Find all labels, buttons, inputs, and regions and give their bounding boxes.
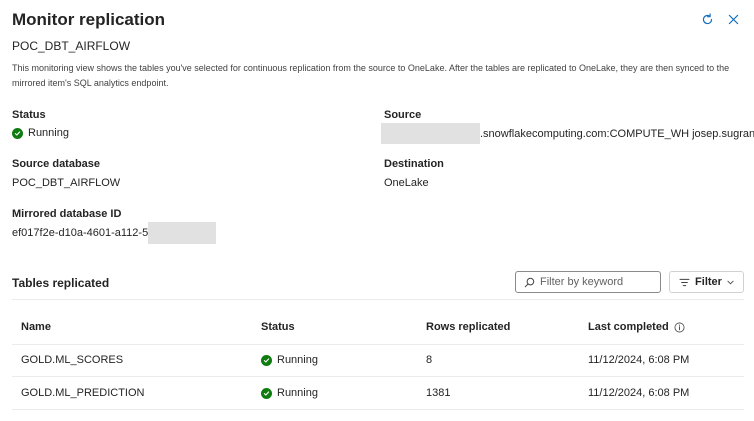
close-icon[interactable] xyxy=(726,12,740,26)
filter-lines-icon xyxy=(679,278,690,286)
table-row-last-completed: 11/12/2024, 6:08 PM xyxy=(588,387,690,399)
info-icon[interactable] xyxy=(674,322,685,333)
header-actions xyxy=(700,12,740,26)
column-header-rows[interactable]: Rows replicated xyxy=(426,321,510,333)
table-row-name: GOLD.ML_SCORES xyxy=(21,354,124,366)
source-database-value: POC_DBT_AIRFLOW xyxy=(12,177,121,189)
filter-keyword-input[interactable]: Filter by keyword xyxy=(515,271,661,293)
column-header-name[interactable]: Name xyxy=(21,321,51,333)
destination-value: OneLake xyxy=(384,177,429,189)
item-name: POC_DBT_AIRFLOW xyxy=(12,39,131,53)
refresh-icon[interactable] xyxy=(700,12,714,26)
check-circle-icon xyxy=(12,127,23,139)
mirrored-id-label: Mirrored database ID xyxy=(12,208,122,220)
check-circle-icon xyxy=(261,354,272,366)
status-text: Running xyxy=(28,127,69,139)
check-circle-icon xyxy=(261,387,272,399)
filter-placeholder: Filter by keyword xyxy=(540,276,624,288)
status-value: Running xyxy=(12,127,69,139)
source-text: .snowflakecomputing.com:COMPUTE_WH josep… xyxy=(480,127,754,140)
table-header-divider xyxy=(12,344,744,345)
source-label: Source xyxy=(384,109,422,121)
tables-section-title: Tables replicated xyxy=(12,276,110,290)
redacted-block xyxy=(148,222,217,244)
table-row-status: Running xyxy=(261,354,318,366)
description: This monitoring view shows the tables yo… xyxy=(12,63,730,88)
filter-button[interactable]: Filter xyxy=(669,271,744,293)
column-header-status[interactable]: Status xyxy=(261,321,295,333)
table-row-name: GOLD.ML_PREDICTION xyxy=(21,387,145,399)
mirrored-id-text: ef017f2e-d10a-4601-a112-5 xyxy=(12,227,149,239)
chevron-down-icon xyxy=(727,280,734,284)
redacted-block xyxy=(381,123,480,144)
source-value: .snowflakecomputing.com:COMPUTE_WH josep… xyxy=(381,123,754,144)
table-row-rows: 8 xyxy=(426,354,433,366)
filter-button-label: Filter xyxy=(695,276,722,288)
search-icon xyxy=(524,277,535,287)
destination-label: Destination xyxy=(384,158,444,170)
table-row-status: Running xyxy=(261,387,318,399)
status-label: Status xyxy=(12,109,46,121)
row-status-text: Running xyxy=(277,387,318,399)
page-title: Monitor replication xyxy=(12,10,165,29)
last-completed-label: Last completed xyxy=(588,321,669,333)
section-divider xyxy=(12,299,744,300)
table-row-last-completed: 11/12/2024, 6:08 PM xyxy=(588,354,690,366)
table-row-rows: 1381 xyxy=(426,387,451,399)
row-divider xyxy=(12,409,744,410)
row-divider xyxy=(12,376,744,377)
row-status-text: Running xyxy=(277,354,318,366)
column-header-last-completed[interactable]: Last completed xyxy=(588,321,685,333)
mirrored-id-value: ef017f2e-d10a-4601-a112-5 xyxy=(12,222,217,244)
source-database-label: Source database xyxy=(12,158,101,170)
